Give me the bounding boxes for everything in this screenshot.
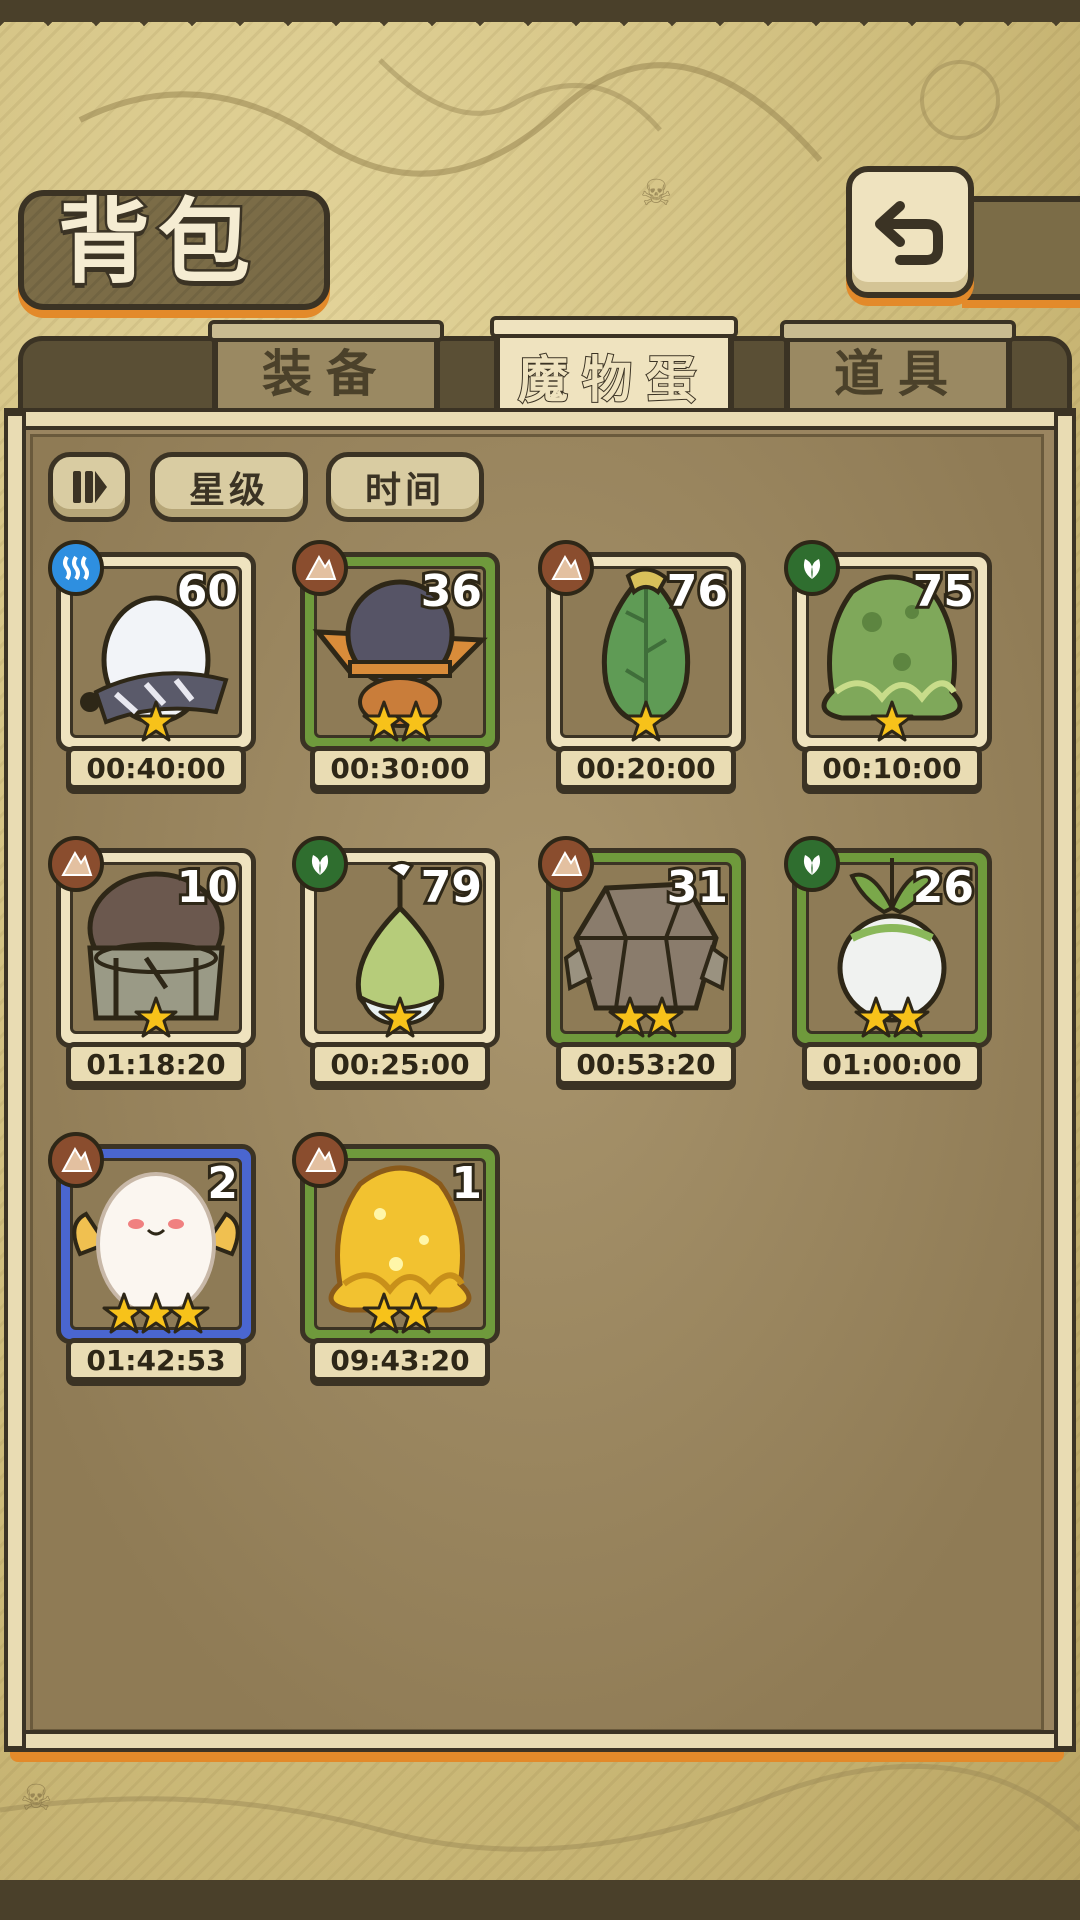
star-rating: [300, 996, 500, 1040]
tab-label: 道具: [834, 345, 962, 403]
egg-card[interactable]: 75 00:10:00: [784, 540, 992, 792]
hatch-timer: 01:18:20: [66, 1042, 246, 1086]
star-icon: [394, 700, 438, 742]
back-button-bar: [962, 196, 1080, 300]
egg-card[interactable]: 31 00:53:20: [538, 836, 746, 1088]
star-rating: [546, 996, 746, 1040]
star-icon: [394, 1292, 438, 1334]
egg-card[interactable]: 60 00:40:00: [48, 540, 256, 792]
panel-right-rail: [1054, 412, 1076, 1750]
star-icon: [640, 996, 684, 1038]
hatch-timer: 01:42:53: [66, 1338, 246, 1382]
egg-count: 1: [448, 1155, 485, 1212]
svg-text:☠: ☠: [640, 173, 672, 214]
wood-element-icon: [784, 836, 840, 892]
star-icon: [886, 996, 930, 1038]
water-element-icon: [48, 540, 104, 596]
hatch-timer: 09:43:20: [310, 1338, 490, 1382]
earth-element-icon: [538, 836, 594, 892]
sort-order-button[interactable]: [48, 452, 130, 522]
tab-equipment[interactable]: 装备: [208, 320, 444, 412]
egg-count: 75: [910, 563, 977, 620]
tab-items[interactable]: 道具: [780, 320, 1016, 412]
star-icon: [134, 700, 178, 742]
egg-card[interactable]: 10 01:18:20: [48, 836, 256, 1088]
tab-label: 装备: [262, 345, 390, 403]
egg-count: 26: [910, 859, 977, 916]
star-icon: [166, 1292, 210, 1334]
back-button[interactable]: [846, 166, 974, 298]
hatch-timer: 00:10:00: [802, 746, 982, 790]
star-icon: [134, 996, 178, 1038]
egg-count: 76: [664, 563, 731, 620]
egg-count: 60: [174, 563, 241, 620]
hatch-timer: 00:30:00: [310, 746, 490, 790]
star-rating: [546, 700, 746, 744]
panel-bottom-rail: [4, 1730, 1076, 1752]
top-border: [0, 0, 1080, 56]
tab-cap: [490, 316, 738, 338]
earth-element-icon: [538, 540, 594, 596]
sort-by-star-button[interactable]: 星级: [150, 452, 308, 522]
star-icon: [378, 996, 422, 1038]
egg-card[interactable]: 26 01:00:00: [784, 836, 992, 1088]
sort-by-time-button[interactable]: 时间: [326, 452, 484, 522]
bottom-border: [0, 1834, 1080, 1920]
hatch-timer: 00:53:20: [556, 1042, 736, 1086]
tab-cap: [780, 320, 1016, 342]
hatch-timer: 00:20:00: [556, 746, 736, 790]
star-icon: [624, 700, 668, 742]
earth-element-icon: [292, 1132, 348, 1188]
hatch-timer: 00:40:00: [66, 746, 246, 790]
star-icon: [870, 700, 914, 742]
hatch-timer: 01:00:00: [802, 1042, 982, 1086]
earth-element-icon: [48, 836, 104, 892]
egg-count: 79: [418, 859, 485, 916]
earth-element-icon: [292, 540, 348, 596]
wood-element-icon: [292, 836, 348, 892]
star-rating: [792, 700, 992, 744]
egg-count: 31: [664, 859, 731, 916]
star-rating: [56, 1292, 256, 1336]
star-rating: [792, 996, 992, 1040]
hatch-timer: 00:25:00: [310, 1042, 490, 1086]
star-rating: [56, 700, 256, 744]
earth-element-icon: [48, 1132, 104, 1188]
star-rating: [56, 996, 256, 1040]
tab-cap: [208, 320, 444, 342]
egg-card[interactable]: 76 00:20:00: [538, 540, 746, 792]
tab-label: 魔物蛋: [517, 350, 710, 410]
egg-card[interactable]: 79 00:25:00: [292, 836, 500, 1088]
egg-card[interactable]: 1 09:43:20: [292, 1132, 500, 1384]
star-rating: [300, 1292, 500, 1336]
egg-count: 2: [204, 1155, 241, 1212]
back-arrow-icon: [875, 201, 943, 265]
egg-card[interactable]: 36 00:30:00: [292, 540, 500, 792]
egg-card[interactable]: 2 01:42:53: [48, 1132, 256, 1384]
sort-order-icon: [73, 471, 107, 503]
page-title: 背包: [55, 187, 259, 299]
egg-count: 36: [418, 563, 485, 620]
svg-text:☠: ☠: [20, 1778, 52, 1819]
star-rating: [300, 700, 500, 744]
panel-top-rail: [4, 408, 1076, 430]
egg-count: 10: [174, 859, 241, 916]
wood-element-icon: [784, 540, 840, 596]
panel-left-rail: [4, 412, 26, 1750]
